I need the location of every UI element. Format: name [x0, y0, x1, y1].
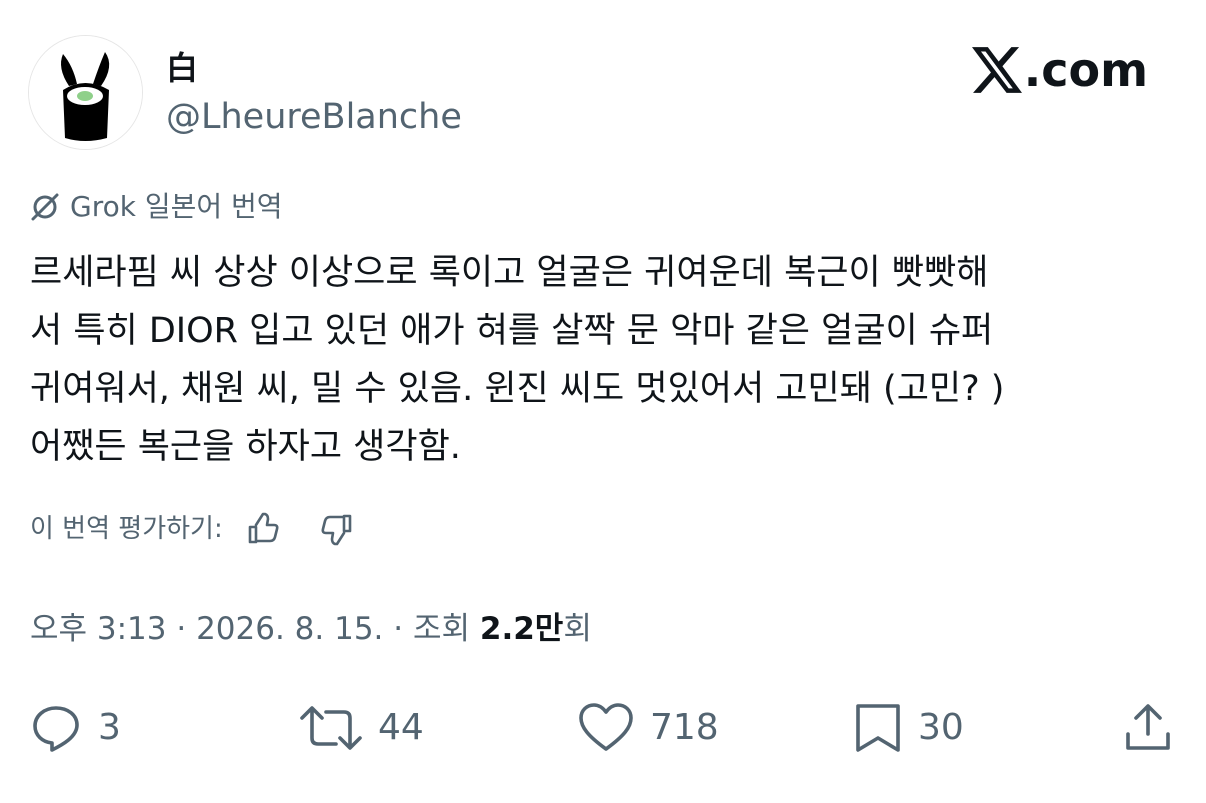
- repost-icon: [300, 706, 362, 750]
- avatar[interactable]: [28, 35, 143, 150]
- grok-icon: [31, 193, 59, 221]
- heart-icon: [579, 703, 633, 751]
- thumbs-up-button[interactable]: [245, 511, 281, 547]
- tweet-text: 르세라핌 씨 상상 이상으로 록이고 얼굴은 귀여운데 복근이 빳빳해 서 특히…: [30, 244, 1180, 476]
- reply-count: 3: [98, 707, 121, 748]
- views-suffix: 회: [563, 611, 592, 647]
- thumbs-up-icon: [248, 512, 279, 544]
- tweet-text-line: 어쨌든 복근을 하자고 생각함.: [30, 427, 461, 467]
- like-button[interactable]: 718: [576, 700, 719, 756]
- like-count: 718: [650, 707, 719, 748]
- reply-icon: [33, 706, 79, 752]
- translation-label-row: Grok 일본어 번역: [30, 189, 283, 225]
- tweet-text-line: 귀여워서, 채원 씨, 밀 수 있음. 윈진 씨도 멋있어서 고민돼 (고민? …: [30, 369, 1005, 409]
- tweet-time[interactable]: 오후 3:13: [30, 611, 167, 647]
- brand-domain: .com: [1023, 43, 1148, 97]
- tweet-text-line: 르세라핌 씨 상상 이상으로 록이고 얼굴은 귀여운데 복근이 빳빳해: [30, 253, 989, 293]
- views-prefix: 조회: [412, 611, 480, 647]
- rate-translation-label: 이 번역 평가하기:: [30, 514, 223, 544]
- meta-separator: ·: [166, 611, 197, 647]
- tweet-date[interactable]: 2026. 8. 15.: [196, 611, 383, 647]
- meta-separator: ·: [383, 611, 413, 647]
- action-bar: 3 44 718 30: [0, 700, 1206, 756]
- rate-translation-row: 이 번역 평가하기:: [30, 511, 355, 547]
- brand-logo: .com: [971, 42, 1148, 98]
- user-handle[interactable]: @LheureBlanche: [166, 94, 462, 140]
- thumbs-down-icon: [321, 514, 352, 546]
- reply-button[interactable]: 3: [28, 700, 121, 756]
- tweet-meta: 오후 3:13 · 2026. 8. 15. · 조회 2.2만회: [30, 609, 592, 649]
- bookmark-icon: [856, 704, 900, 752]
- translation-label: Grok 일본어 번역: [70, 190, 283, 223]
- thumbs-down-button[interactable]: [319, 511, 355, 547]
- avatar-image: [29, 36, 142, 149]
- tweet-text-line: 서 특히 DIOR 입고 있던 애가 혀를 살짝 문 악마 같은 얼굴이 슈퍼: [30, 311, 994, 351]
- repost-button[interactable]: 44: [298, 700, 424, 756]
- bookmark-button[interactable]: 30: [852, 700, 964, 756]
- display-name[interactable]: 白: [166, 46, 198, 90]
- share-icon: [1126, 704, 1170, 750]
- repost-count: 44: [378, 707, 424, 748]
- x-logo-icon: [971, 47, 1022, 93]
- share-button[interactable]: [1120, 700, 1176, 756]
- views-count[interactable]: 2.2만: [480, 611, 563, 647]
- bookmark-count: 30: [918, 707, 964, 748]
